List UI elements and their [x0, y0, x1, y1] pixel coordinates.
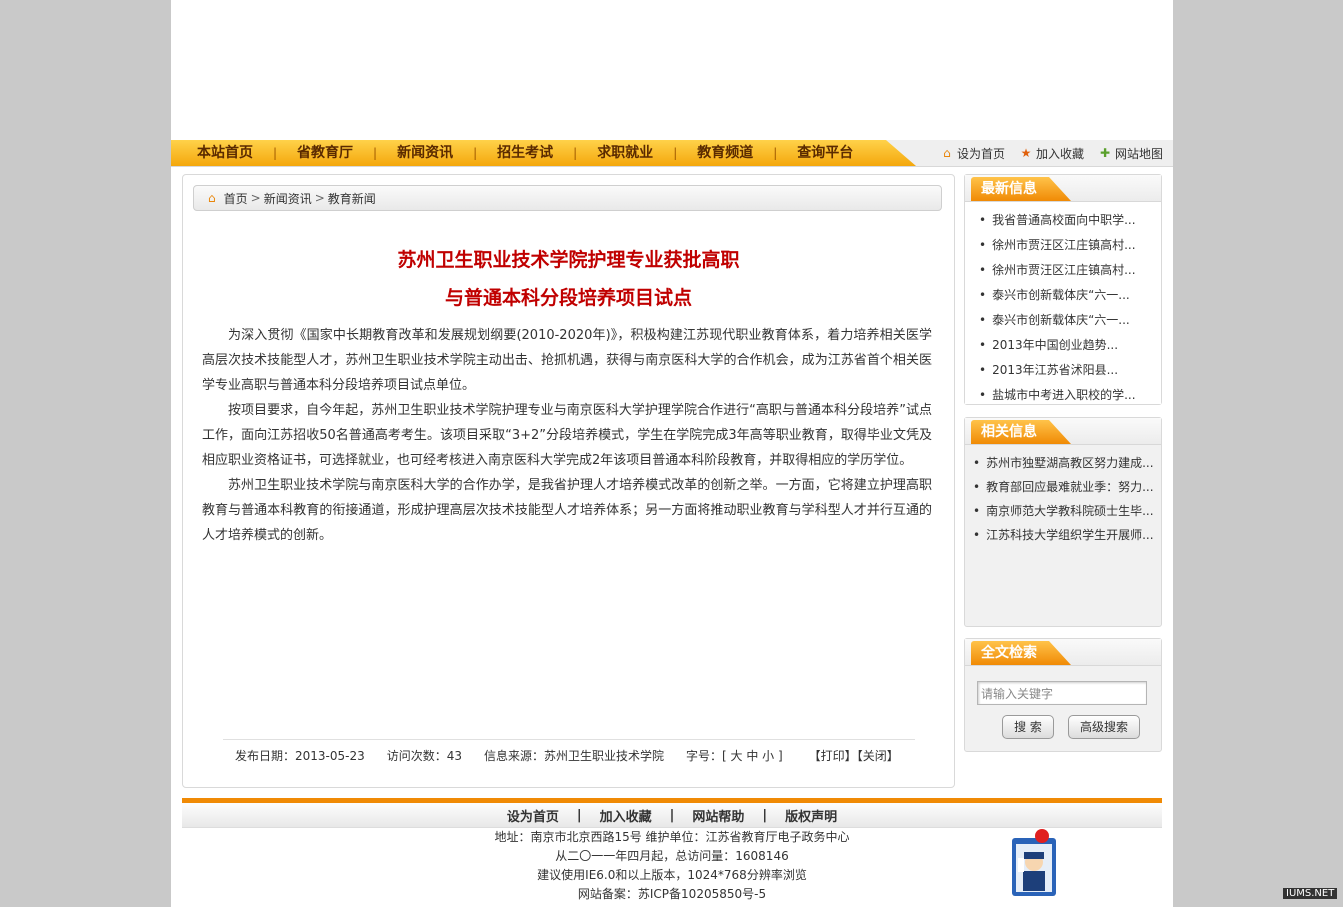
nav-item-jobs[interactable]: 求职就业: [577, 140, 673, 166]
home-icon: ⌂: [943, 146, 951, 160]
add-favorite-label: 加入收藏: [1035, 146, 1084, 161]
house-icon: ⌂: [208, 191, 216, 205]
meta-divider: [223, 739, 915, 740]
breadcrumb-separator: >: [250, 191, 261, 205]
breadcrumb-news[interactable]: 新闻资讯: [264, 190, 312, 207]
related-info-header: 相关信息: [965, 418, 1161, 445]
list-item[interactable]: 2013年中国创业趋势...: [965, 333, 1161, 358]
related-info-box: 相关信息 苏州市独墅湖高教区努力建成... 教育部回应最难就业季：努力... 南…: [964, 417, 1162, 627]
nav-item-news[interactable]: 新闻资讯: [377, 140, 473, 166]
list-item[interactable]: 江苏科技大学组织学生开展师...: [965, 523, 1161, 547]
site-map-label: 网站地图: [1114, 146, 1163, 161]
search-title: 全文检索: [971, 641, 1071, 665]
map-icon: ✚: [1099, 146, 1111, 160]
fulltext-search-box: 全文检索 请输入关键字 搜 索 高级搜索: [964, 638, 1162, 752]
nav-item-query-platform[interactable]: 查询平台: [777, 140, 873, 166]
latest-info-list: 我省普通高校面向中职学... 徐州市贾汪区江庄镇高村... 徐州市贾汪区江庄镇高…: [965, 202, 1161, 404]
article-paragraph: 为深入贯彻《国家中长期教育改革和发展规划纲要(2010-2020年)》，积极构建…: [202, 328, 932, 393]
watermark: IUMS.NET: [1283, 888, 1338, 899]
footer-copyright[interactable]: 版权声明: [785, 806, 837, 825]
list-item[interactable]: 我省普通高校面向中职学...: [965, 208, 1161, 233]
article-title-line1: 苏州卫生职业技术学院护理专业获批高职: [397, 249, 740, 271]
info-source: 信息来源：苏州卫生职业技术学院: [484, 749, 665, 763]
list-item[interactable]: 盐城市中考进入职校的学...: [965, 383, 1161, 408]
latest-info-box: 最新信息 我省普通高校面向中职学... 徐州市贾汪区江庄镇高村... 徐州市贾汪…: [964, 174, 1162, 405]
nav-item-education-dept[interactable]: 省教育厅: [277, 140, 373, 166]
page: 本站首页 | 省教育厅 | 新闻资讯 | 招生考试 | 求职就业 | 教育频道 …: [171, 0, 1173, 907]
list-item[interactable]: 徐州市贾汪区江庄镇高村...: [965, 233, 1161, 258]
footer-set-homepage[interactable]: 设为首页: [507, 806, 559, 825]
footer-separator: |: [762, 807, 768, 823]
latest-info-header: 最新信息: [965, 175, 1161, 202]
list-item[interactable]: 泰兴市创新载体庆“六一...: [965, 283, 1161, 308]
main-nav: 本站首页 | 省教育厅 | 新闻资讯 | 招生考试 | 求职就业 | 教育频道 …: [171, 140, 1173, 167]
article-title-line2: 与普通本科分段培养项目试点: [444, 287, 692, 309]
star-icon: ★: [1020, 146, 1032, 160]
font-size-control[interactable]: 字号：[ 大 中 小 ]: [686, 747, 783, 764]
police-badge-icon[interactable]: [1006, 828, 1068, 900]
latest-info-title: 最新信息: [971, 177, 1071, 201]
site-map-link[interactable]: ✚ 网站地图: [1098, 145, 1163, 162]
related-info-list: 苏州市独墅湖高教区努力建成... 教育部回应最难就业季：努力... 南京师范大学…: [965, 445, 1161, 547]
article-title: 苏州卫生职业技术学院护理专业获批高职 与普通本科分段培养项目试点: [183, 241, 954, 317]
nav-item-admissions[interactable]: 招生考试: [477, 140, 573, 166]
visit-count: 访问次数：43: [386, 749, 463, 763]
close-link[interactable]: 【关闭】: [857, 749, 899, 763]
set-homepage-link[interactable]: ⌂ 设为首页: [940, 145, 1005, 162]
list-item[interactable]: 泰兴市创新载体庆“六一...: [965, 308, 1161, 333]
set-homepage-label: 设为首页: [956, 146, 1005, 161]
related-info-title: 相关信息: [971, 420, 1071, 444]
nav-items: 本站首页 | 省教育厅 | 新闻资讯 | 招生考试 | 求职就业 | 教育频道 …: [171, 140, 873, 166]
article-body: 为深入贯彻《国家中长期教育改革和发展规划纲要(2010-2020年)》，积极构建…: [202, 323, 932, 548]
nav-item-education-channel[interactable]: 教育频道: [677, 140, 773, 166]
article-paragraph: 苏州卫生职业技术学院与南京医科大学的合作办学，是我省护理人才培养模式改革的创新之…: [202, 478, 932, 543]
add-favorite-link[interactable]: ★ 加入收藏: [1019, 145, 1084, 162]
search-button[interactable]: 搜 索: [1002, 715, 1054, 739]
list-item[interactable]: 2013年江苏省沭阳县...: [965, 358, 1161, 383]
footer-separator: |: [669, 807, 675, 823]
list-item[interactable]: 南京师范大学教科院硕士生毕...: [965, 499, 1161, 523]
article-meta: 发布日期：2013-05-23 访问次数：43 信息来源：苏州卫生职业技术学院 …: [235, 747, 899, 764]
list-item[interactable]: 教育部回应最难就业季：努力...: [965, 475, 1161, 499]
advanced-search-button[interactable]: 高级搜索: [1068, 715, 1140, 739]
footer-nav: 设为首页 | 加入收藏 | 网站帮助 | 版权声明: [182, 803, 1162, 828]
top-banner: [171, 0, 1173, 140]
breadcrumb-home[interactable]: 首页: [224, 190, 248, 207]
nav-utility-links: ⌂ 设为首页 ★ 加入收藏 ✚ 网站地图: [940, 140, 1163, 166]
search-input[interactable]: 请输入关键字: [977, 681, 1147, 705]
nav-item-home[interactable]: 本站首页: [171, 140, 273, 166]
footer-separator: |: [576, 807, 582, 823]
breadcrumb-separator: >: [314, 191, 325, 205]
footer-help[interactable]: 网站帮助: [692, 806, 744, 825]
article-paragraph: 按项目要求，自今年起，苏州卫生职业技术学院护理专业与南京医科大学护理学院合作进行…: [202, 403, 932, 468]
breadcrumb-education-news[interactable]: 教育新闻: [328, 190, 376, 207]
print-link[interactable]: 【打印】: [809, 749, 857, 763]
footer-add-favorite[interactable]: 加入收藏: [600, 806, 652, 825]
publish-date: 发布日期：2013-05-23: [235, 749, 365, 763]
breadcrumb: ⌂ 首页 > 新闻资讯 > 教育新闻: [193, 185, 942, 211]
search-header: 全文检索: [965, 639, 1161, 666]
list-item[interactable]: 苏州市独墅湖高教区努力建成...: [965, 451, 1161, 475]
article-panel: ⌂ 首页 > 新闻资讯 > 教育新闻 苏州卫生职业技术学院护理专业获批高职 与普…: [182, 174, 955, 788]
list-item[interactable]: 徐州市贾汪区江庄镇高村...: [965, 258, 1161, 283]
